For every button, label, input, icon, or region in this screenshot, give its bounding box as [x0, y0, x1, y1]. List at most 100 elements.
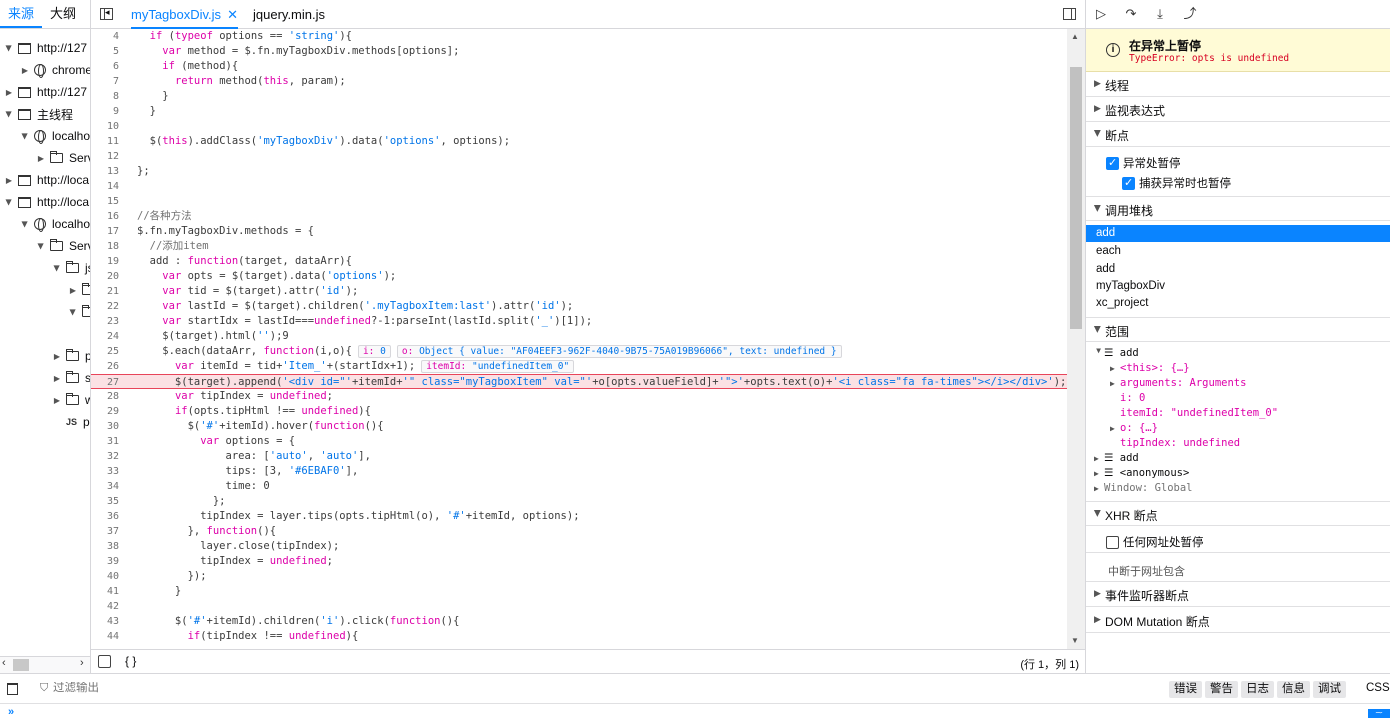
code-line[interactable]: 8 }	[91, 89, 1067, 104]
chevron-down-icon[interactable]: ▶	[21, 219, 30, 229]
code-line[interactable]: 38 layer.close(tipIndex);	[91, 539, 1067, 554]
code-line[interactable]: 32 area: ['auto', 'auto'],	[91, 449, 1067, 464]
tree-item[interactable]: ▶ Serv	[36, 235, 90, 257]
line-number[interactable]: 28	[91, 389, 119, 404]
tree-item[interactable]: ▶	[68, 301, 90, 323]
code-line[interactable]: 30 $('#'+itemId).hover(function(){	[91, 419, 1067, 434]
line-number[interactable]: 39	[91, 554, 119, 569]
line-number[interactable]: 18	[91, 239, 119, 254]
code-line[interactable]: 26 var itemId = tid+'Item_'+(startIdx+1)…	[91, 359, 1067, 374]
line-number[interactable]: 42	[91, 599, 119, 614]
tree-item[interactable]: ▶ http://loca	[4, 191, 90, 213]
line-number[interactable]: 12	[91, 149, 119, 164]
tab-jquery-min-js[interactable]: jquery.min.js	[253, 0, 325, 29]
line-number[interactable]: 19	[91, 254, 119, 269]
line-number[interactable]: 9	[91, 104, 119, 119]
code-line[interactable]: 4 if (typeof options == 'string'){	[91, 29, 1067, 44]
inline-preview-itemid[interactable]: itemId: "undefinedItem_0"	[421, 360, 575, 373]
sources-horizontal-scrollbar[interactable]: ‹ ›	[0, 656, 90, 673]
pause-on-exceptions-checkbox[interactable]: 异常处暂停	[1106, 155, 1181, 171]
chevron-down-icon[interactable]: ▶	[5, 197, 14, 207]
filter-debug-button[interactable]: 调试	[1313, 681, 1346, 698]
chevron-right-icon[interactable]: ▶	[52, 352, 62, 361]
line-number[interactable]: 15	[91, 194, 119, 209]
inline-preview-o[interactable]: o: Object { value: "AF04EEF3-962F-4040-9…	[396, 345, 842, 358]
filter-warnings-button[interactable]: 警告	[1205, 681, 1238, 698]
scrollbar-thumb[interactable]	[1070, 67, 1082, 329]
code-line[interactable]: 6 if (method){	[91, 59, 1067, 74]
code-line[interactable]: 20 var opts = $(target).data('options');	[91, 269, 1067, 284]
tree-item[interactable]: ▶js	[52, 257, 90, 279]
line-number[interactable]: 14	[91, 179, 119, 194]
inline-preview-i[interactable]: i: 0	[357, 345, 391, 358]
scope-var-arguments[interactable]: ▶ arguments: Arguments	[1110, 376, 1246, 391]
section-xhr-breakpoints[interactable]: ▶ XHR 断点	[1086, 501, 1390, 526]
line-number[interactable]: 33	[91, 464, 119, 479]
filter-logs-button[interactable]: 日志	[1241, 681, 1274, 698]
chevron-right-icon[interactable]: ▶	[68, 286, 78, 295]
line-number[interactable]: 6	[91, 59, 119, 74]
code-line[interactable]: 37 }, function(){	[91, 524, 1067, 539]
chevron-right-icon[interactable]: ▶	[52, 374, 62, 383]
code-line[interactable]: 12	[91, 149, 1067, 164]
section-event-listener-breakpoints[interactable]: ▶ 事件监听器断点	[1086, 582, 1390, 607]
chevron-down-icon[interactable]: ▶	[37, 241, 46, 251]
code-line[interactable]: 35 };	[91, 494, 1067, 509]
scroll-down-icon[interactable]: ▼	[1071, 636, 1079, 645]
code-line[interactable]: 28 var tipIndex = undefined;	[91, 389, 1067, 404]
scope-window-global[interactable]: ▶ Window: Global	[1094, 481, 1193, 496]
chevron-down-icon[interactable]: ▶	[5, 109, 14, 119]
code-line[interactable]: 18 //添加item	[91, 239, 1067, 254]
section-call-stack[interactable]: ▶ 调用堆栈	[1086, 196, 1390, 221]
code-line[interactable]: 19 add : function(target, dataArr){	[91, 254, 1067, 269]
code-line[interactable]: 44 if(tipIndex !== undefined){	[91, 629, 1067, 644]
chevron-down-icon[interactable]: ▶	[53, 263, 62, 273]
line-number[interactable]: 21	[91, 284, 119, 299]
line-number[interactable]: 23	[91, 314, 119, 329]
tree-item[interactable]: ▶ chrome	[20, 59, 90, 81]
tree-item[interactable]: ▶ http://127	[4, 37, 88, 59]
tab-mytagboxdiv-js[interactable]: myTagboxDiv.js ✕	[131, 0, 238, 29]
line-number[interactable]: 26	[91, 359, 119, 374]
section-dom-mutation-breakpoints[interactable]: ▶ DOM Mutation 断点	[1086, 608, 1390, 633]
section-threads[interactable]: ▶ 线程	[1086, 72, 1390, 97]
section-breakpoints[interactable]: ▶ 断点	[1086, 122, 1390, 147]
stack-frame[interactable]: each	[1086, 243, 1390, 260]
scroll-left-icon[interactable]: ‹	[2, 657, 6, 669]
scope-block-anonymous[interactable]: ▶ ☰ <anonymous>	[1094, 466, 1189, 481]
code-line[interactable]: 24 $(target).html('');9	[91, 329, 1067, 344]
tree-item[interactable]	[68, 323, 82, 345]
code-line[interactable]: 16 //各种方法	[91, 209, 1067, 224]
line-number[interactable]: 8	[91, 89, 119, 104]
line-number[interactable]: 34	[91, 479, 119, 494]
code-line[interactable]: 33 tips: [3, '#6EBAF0'],	[91, 464, 1067, 479]
section-scopes[interactable]: ▶ 范围	[1086, 317, 1390, 342]
line-number[interactable]: 5	[91, 44, 119, 59]
chevron-right-icon[interactable]: ▶	[52, 396, 62, 405]
code-line[interactable]: 42	[91, 599, 1067, 614]
line-number[interactable]: 25	[91, 344, 119, 359]
tree-item[interactable]: ▶ http://loca	[4, 169, 89, 191]
line-number[interactable]: 17	[91, 224, 119, 239]
resume-icon[interactable]: ▷	[1093, 6, 1109, 22]
line-number[interactable]: 36	[91, 509, 119, 524]
chevron-right-icon[interactable]: ▶	[36, 154, 46, 163]
line-number[interactable]: 40	[91, 569, 119, 584]
filter-info-button[interactable]: 信息	[1277, 681, 1310, 698]
step-in-icon[interactable]: ⤓	[1152, 6, 1168, 22]
line-number[interactable]: 24	[91, 329, 119, 344]
stack-frame[interactable]: add	[1086, 261, 1390, 278]
code-area[interactable]: 4 if (typeof options == 'string'){5 var …	[91, 29, 1067, 649]
line-number[interactable]: 30	[91, 419, 119, 434]
code-line[interactable]: 5 var method = $.fn.myTagboxDiv.methods[…	[91, 44, 1067, 59]
line-number[interactable]: 13	[91, 164, 119, 179]
code-line[interactable]: 15	[91, 194, 1067, 209]
chevron-down-icon[interactable]: ▶	[69, 307, 78, 317]
code-line[interactable]: 41 }	[91, 584, 1067, 599]
tree-item[interactable]: ▶w	[52, 389, 90, 411]
line-number[interactable]: 4	[91, 29, 119, 44]
tab-sources[interactable]: 来源	[0, 6, 43, 28]
code-line[interactable]: 7 return method(this, param);	[91, 74, 1067, 89]
code-line[interactable]: 29 if(opts.tipHtml !== undefined){	[91, 404, 1067, 419]
checkbox-checked-icon[interactable]	[1106, 156, 1119, 170]
